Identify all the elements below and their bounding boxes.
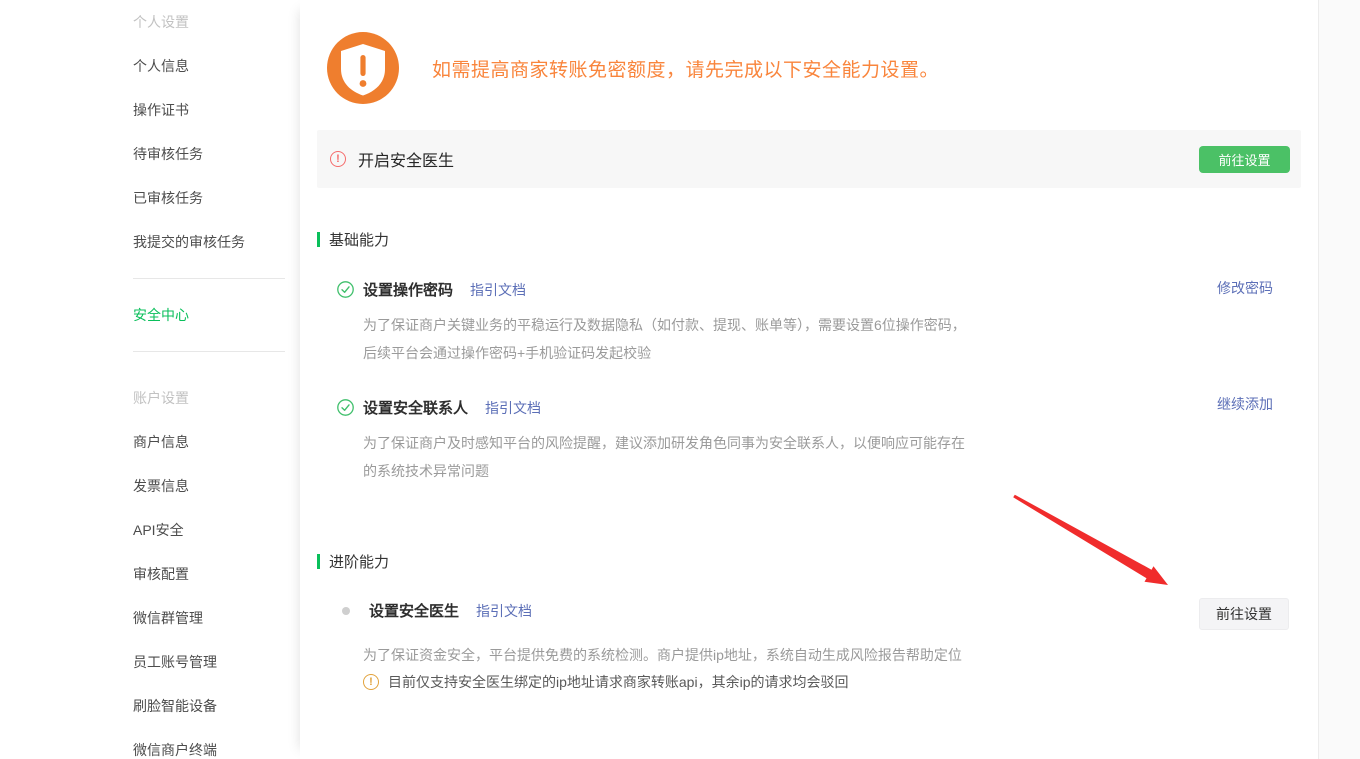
pending-dot-icon <box>342 607 350 615</box>
capability-row-doctor: 设置安全医生 指引文档 <box>337 600 532 621</box>
section-title: 进阶能力 <box>329 551 389 572</box>
sidebar-divider <box>133 278 285 279</box>
capability-title: 设置安全联系人 <box>363 397 468 418</box>
warning-text: 目前仅支持安全医生绑定的ip地址请求商家转账api，其余ip的请求均会驳回 <box>388 672 848 692</box>
sidebar-item[interactable]: 我提交的审核任务 <box>0 220 300 264</box>
capability-desc: 为了保证商户关键业务的平稳运行及数据隐私（如付款、提现、账单等），需要设置6位操… <box>363 311 971 367</box>
banner-title: 开启安全医生 <box>358 147 454 171</box>
capability-warning: ! 目前仅支持安全医生绑定的ip地址请求商家转账api，其余ip的请求均会驳回 <box>363 672 848 692</box>
sidebar: 个人设置个人信息操作证书待审核任务已审核任务我提交的审核任务安全中心账户设置商户… <box>0 0 300 759</box>
sidebar-item[interactable]: 审核配置 <box>0 552 300 596</box>
section-bar <box>317 554 320 569</box>
alert-circle-icon: ! <box>330 151 346 167</box>
sidebar-item[interactable]: API安全 <box>0 508 300 552</box>
capability-desc: 为了保证资金安全，平台提供免费的系统检测。商户提供ip地址，系统自动生成风险报告… <box>363 641 1063 669</box>
banner-go-setup-button[interactable]: 前往设置 <box>1199 146 1290 173</box>
sidebar-item[interactable]: 微信商户终端 <box>0 728 300 759</box>
continue-add-link[interactable]: 继续添加 <box>1217 394 1273 414</box>
guide-doc-link[interactable]: 指引文档 <box>470 280 526 300</box>
sidebar-item[interactable]: 操作证书 <box>0 88 300 132</box>
doctor-go-setup-button[interactable]: 前往设置 <box>1199 598 1289 630</box>
sidebar-divider <box>133 351 285 352</box>
sidebar-item[interactable]: 刷脸智能设备 <box>0 684 300 728</box>
security-center-page: 个人设置个人信息操作证书待审核任务已审核任务我提交的审核任务安全中心账户设置商户… <box>0 0 1360 759</box>
sidebar-item[interactable]: 已审核任务 <box>0 176 300 220</box>
check-circle-icon <box>337 281 354 298</box>
section-header-basic: 基础能力 <box>317 229 389 250</box>
security-doctor-banner: ! 开启安全医生 前往设置 <box>317 130 1301 188</box>
notice-text: 如需提高商家转账免密额度，请先完成以下安全能力设置。 <box>432 55 939 82</box>
sidebar-item[interactable]: 安全中心 <box>0 293 300 337</box>
capability-title: 设置操作密码 <box>363 279 453 300</box>
sidebar-item[interactable]: 员工账号管理 <box>0 640 300 684</box>
sidebar-item[interactable]: 个人信息 <box>0 44 300 88</box>
sidebar-item[interactable]: 商户信息 <box>0 420 300 464</box>
guide-doc-link[interactable]: 指引文档 <box>485 398 541 418</box>
section-header-advanced: 进阶能力 <box>317 551 389 572</box>
section-bar <box>317 232 320 247</box>
security-notice: 如需提高商家转账免密额度，请先完成以下安全能力设置。 <box>327 32 939 104</box>
capability-title: 设置安全医生 <box>369 600 459 621</box>
sidebar-item[interactable]: 待审核任务 <box>0 132 300 176</box>
capability-desc: 为了保证商户及时感知平台的风险提醒，建议添加研发角色同事为安全联系人，以便响应可… <box>363 429 971 485</box>
section-title: 基础能力 <box>329 229 389 250</box>
capability-row-password: 设置操作密码 指引文档 <box>337 279 526 300</box>
warning-circle-icon: ! <box>363 674 379 690</box>
check-circle-icon <box>337 399 354 416</box>
sidebar-item: 账户设置 <box>0 376 300 420</box>
sidebar-item: 个人设置 <box>0 0 300 44</box>
page-right-gutter <box>1318 0 1360 759</box>
sidebar-item[interactable]: 发票信息 <box>0 464 300 508</box>
shield-exclamation-icon <box>327 32 399 104</box>
main-content: 如需提高商家转账免密额度，请先完成以下安全能力设置。 ! 开启安全医生 前往设置… <box>300 0 1318 759</box>
guide-doc-link[interactable]: 指引文档 <box>476 601 532 621</box>
sidebar-item[interactable]: 微信群管理 <box>0 596 300 640</box>
capability-row-contact: 设置安全联系人 指引文档 <box>337 397 541 418</box>
modify-password-link[interactable]: 修改密码 <box>1217 278 1273 298</box>
